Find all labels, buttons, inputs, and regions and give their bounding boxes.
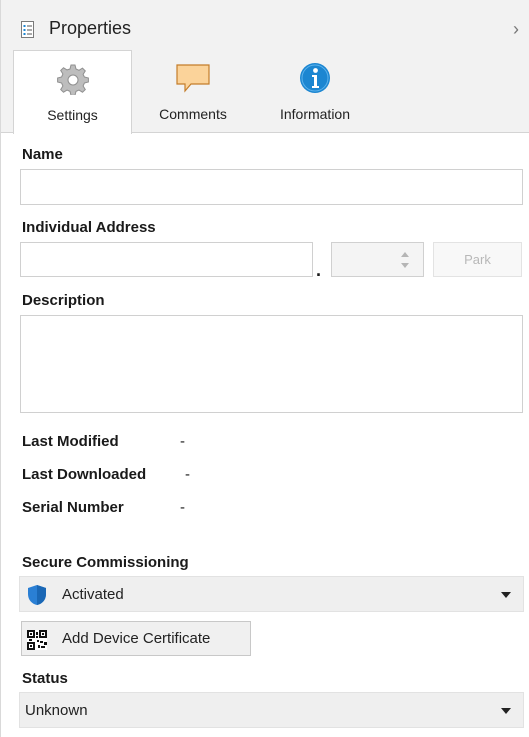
tab-settings-label: Settings [47,107,98,123]
tab-bar: Settings Comments Information [1,50,529,134]
dropdown-arrow-icon [501,708,511,714]
status-dropdown[interactable]: Unknown [19,692,524,728]
secure-commissioning-value: Activated [62,586,124,603]
secure-commissioning-dropdown[interactable]: Activated [19,576,524,612]
collapse-chevron-icon[interactable]: › [513,19,519,40]
serial-number-value: - [180,499,185,516]
tab-information[interactable]: Information [259,50,371,133]
panel-header: Properties › [1,0,529,50]
stepper-up-icon[interactable] [401,252,409,257]
tab-comments-label: Comments [159,106,227,122]
name-label: Name [22,146,63,163]
info-icon [300,63,330,93]
individual-address-input[interactable] [20,242,313,277]
description-textarea[interactable] [20,315,523,413]
add-device-certificate-button[interactable]: Add Device Certificate [21,621,251,656]
address-separator: . [316,260,322,280]
description-label: Description [22,292,105,309]
panel-title: Properties [49,18,132,38]
tab-comments[interactable]: Comments [141,50,245,133]
name-input[interactable] [20,169,523,205]
properties-panel: Properties › Settings Comments Informati… [0,0,529,737]
secure-commissioning-label: Secure Commissioning [22,554,189,571]
comment-icon [176,64,210,93]
add-device-certificate-label: Add Device Certificate [62,630,211,647]
last-modified-label: Last Modified [22,433,119,450]
stepper-down-icon[interactable] [401,263,409,268]
tab-information-label: Information [279,106,351,122]
dropdown-arrow-icon [501,592,511,598]
park-button[interactable]: Park [433,242,522,277]
last-downloaded-value: - [185,466,190,483]
properties-icon [21,21,34,38]
serial-number-label: Serial Number [22,499,124,516]
tab-settings[interactable]: Settings [13,50,132,134]
last-modified-value: - [180,433,185,450]
shield-icon [28,585,46,605]
qr-code-icon [27,630,47,650]
status-value: Unknown [25,702,88,719]
address-number-stepper[interactable] [331,242,424,277]
last-downloaded-label: Last Downloaded [22,466,147,483]
individual-address-label: Individual Address [22,219,156,236]
gear-icon [56,64,89,95]
status-label: Status [22,670,68,687]
